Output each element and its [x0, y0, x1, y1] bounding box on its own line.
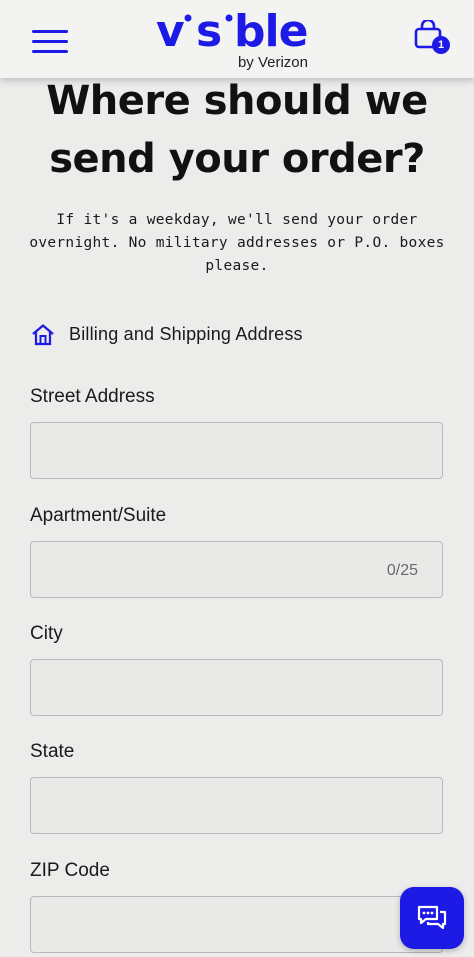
street-address-label: Street Address [30, 386, 155, 407]
shopping-bag-icon[interactable]: 1 [412, 18, 454, 56]
street-address-input[interactable] [31, 423, 442, 478]
apartment-suite-label: Apartment/Suite [30, 505, 167, 526]
top-nav-bar: v s ble by Verizon 1 [0, 0, 474, 78]
state-label: State [30, 741, 75, 762]
city-label: City [30, 623, 63, 644]
zip-code-label: ZIP Code [30, 860, 110, 881]
city-field[interactable] [30, 659, 443, 716]
page-title: Where should we send your order? [46, 78, 428, 182]
section-label: Billing and Shipping Address [69, 324, 303, 344]
character-counter: 0/25 [386, 562, 418, 579]
cart-count-badge: 1 [432, 36, 450, 54]
chat-bubbles-icon [417, 905, 447, 930]
apartment-suite-field[interactable]: 0/25 [30, 541, 443, 598]
visible-logo[interactable]: v s ble by Verizon [154, 6, 314, 74]
svg-text:v: v [156, 6, 185, 57]
state-input[interactable] [31, 778, 442, 833]
logo-byline: by Verizon [237, 54, 308, 71]
street-address-field[interactable] [30, 422, 443, 479]
apartment-suite-input[interactable] [31, 542, 442, 597]
city-input[interactable] [31, 660, 442, 715]
svg-text:s: s [196, 6, 221, 57]
chat-button[interactable] [400, 887, 464, 949]
zip-code-field[interactable] [30, 896, 443, 953]
home-icon [32, 324, 54, 346]
state-field[interactable] [30, 777, 443, 834]
svg-text:ble: ble [234, 6, 307, 57]
zip-code-input[interactable] [31, 897, 442, 952]
page-subtitle: If it's a weekday, we'll send your order… [29, 212, 445, 274]
hamburger-menu-icon[interactable] [32, 28, 70, 54]
